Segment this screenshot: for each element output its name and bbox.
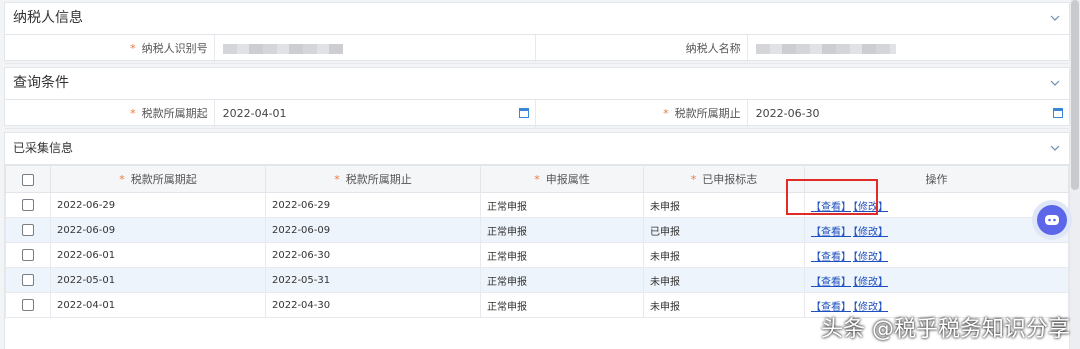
row-start: 2022-06-09: [50, 217, 266, 243]
query-row: * 税款所属期起 2022-04-01 * 税款所属期止 2022-06-30: [5, 100, 1069, 129]
row-select-cell[interactable]: [5, 192, 51, 218]
scrollbar[interactable]: [1070, 0, 1080, 349]
collected-title: 已采集信息: [13, 141, 74, 155]
select-all-checkbox[interactable]: [22, 173, 34, 186]
row-actions: 【查看】 【修改】: [804, 267, 1069, 293]
row-flag: 未申报: [643, 242, 805, 268]
row-start: 2022-06-01: [50, 242, 266, 268]
period-end-label: * 税款所属期止: [536, 100, 748, 128]
table-row: 2022-05-01 2022-05-31 正常申报 未申报 【查看】 【修改】: [5, 267, 1069, 293]
calendar-icon[interactable]: [519, 108, 529, 118]
row-attr: 正常申报: [480, 217, 644, 243]
row-select-cell[interactable]: [5, 242, 51, 268]
chat-assistant-button[interactable]: [1032, 200, 1072, 240]
edit-link[interactable]: 【修改】: [853, 227, 888, 238]
row-start: 2022-06-29: [50, 192, 266, 218]
period-start-label: * 税款所属期起: [5, 100, 215, 128]
taxpayer-info-row: * 纳税人识别号 纳税人名称: [5, 35, 1069, 64]
taxpayer-id-label: * 纳税人识别号: [5, 35, 215, 63]
row-flag: 已申报: [643, 217, 805, 243]
taxpayer-info-title: 纳税人信息: [13, 10, 83, 26]
period-start-input[interactable]: 2022-04-01: [215, 100, 536, 128]
row-end: 2022-06-30: [265, 242, 481, 268]
scrollbar-thumb[interactable]: [1071, 0, 1079, 190]
collected-header[interactable]: 已采集信息: [5, 133, 1069, 165]
period-end-input[interactable]: 2022-06-30: [748, 100, 1069, 128]
row-flag: 未申报: [643, 267, 805, 293]
chevron-down-icon[interactable]: [1049, 68, 1061, 99]
col-header-attr: * 申报属性: [480, 165, 644, 193]
redacted-taxpayer-name: [755, 44, 896, 54]
robot-icon: [1037, 205, 1067, 235]
row-flag: 未申报: [643, 292, 805, 318]
table-header-row: * 税款所属期起 * 税款所属期止 * 申报属性 * 已申报标志 操作: [5, 165, 1069, 193]
col-header-end: * 税款所属期止: [265, 165, 481, 193]
row-attr: 正常申报: [480, 242, 644, 268]
row-flag: 未申报: [643, 192, 805, 218]
table-row: 2022-06-29 2022-06-29 正常申报 未申报 【查看】 【修改】: [5, 192, 1069, 218]
row-select-cell[interactable]: [5, 292, 51, 318]
taxpayer-name-label: 纳税人名称: [536, 35, 748, 63]
query-panel: 查询条件 * 税款所属期起 2022-04-01 * 税款所属期止 2022-06-…: [4, 67, 1070, 129]
row-end: 2022-05-31: [265, 267, 481, 293]
row-attr: 正常申报: [480, 292, 644, 318]
view-link[interactable]: 【查看】: [811, 277, 851, 288]
row-checkbox[interactable]: [22, 199, 34, 211]
select-all-cell[interactable]: [5, 165, 51, 193]
row-start: 2022-05-01: [50, 267, 266, 293]
row-end: 2022-06-09: [265, 217, 481, 243]
col-header-start: * 税款所属期起: [50, 165, 266, 193]
row-checkbox[interactable]: [22, 224, 34, 236]
collected-table: * 税款所属期起 * 税款所属期止 * 申报属性 * 已申报标志 操作 2022-06-…: [5, 165, 1069, 318]
taxpayer-info-panel: 纳税人信息 * 纳税人识别号 纳税人名称: [4, 2, 1070, 64]
row-actions: 【查看】 【修改】: [804, 217, 1069, 243]
query-header[interactable]: 查询条件: [5, 68, 1069, 100]
row-actions: 【查看】 【修改】: [804, 192, 1069, 218]
calendar-icon[interactable]: [1053, 108, 1063, 118]
row-actions: 【查看】 【修改】: [804, 242, 1069, 268]
edit-link[interactable]: 【修改】: [853, 252, 888, 263]
redacted-taxpayer-id: [222, 44, 343, 54]
table-row: 2022-06-09 2022-06-09 正常申报 已申报 【查看】 【修改】: [5, 217, 1069, 243]
query-title: 查询条件: [13, 75, 69, 91]
edit-link[interactable]: 【修改】: [853, 202, 888, 213]
row-select-cell[interactable]: [5, 217, 51, 243]
taxpayer-id-value: [215, 35, 536, 63]
row-select-cell[interactable]: [5, 267, 51, 293]
watermark-text: 头条 @税乎税务知识分享: [821, 317, 1070, 342]
row-checkbox[interactable]: [22, 274, 34, 286]
chevron-down-icon[interactable]: [1049, 3, 1061, 34]
row-start: 2022-04-01: [50, 292, 266, 318]
row-end: 2022-04-30: [265, 292, 481, 318]
view-link[interactable]: 【查看】: [811, 227, 851, 238]
row-checkbox[interactable]: [22, 299, 34, 311]
row-end: 2022-06-29: [265, 192, 481, 218]
taxpayer-info-header[interactable]: 纳税人信息: [5, 3, 1069, 35]
chevron-down-icon[interactable]: [1049, 133, 1061, 164]
col-header-flag: * 已申报标志: [643, 165, 805, 193]
taxpayer-name-value: [748, 35, 1069, 63]
edit-link[interactable]: 【修改】: [853, 277, 888, 288]
table-row: 2022-06-01 2022-06-30 正常申报 未申报 【查看】 【修改】: [5, 242, 1069, 268]
row-attr: 正常申报: [480, 267, 644, 293]
view-link[interactable]: 【查看】: [811, 252, 851, 263]
row-checkbox[interactable]: [22, 249, 34, 261]
view-link[interactable]: 【查看】: [811, 202, 851, 213]
row-attr: 正常申报: [480, 192, 644, 218]
col-header-actions: 操作: [804, 165, 1069, 193]
